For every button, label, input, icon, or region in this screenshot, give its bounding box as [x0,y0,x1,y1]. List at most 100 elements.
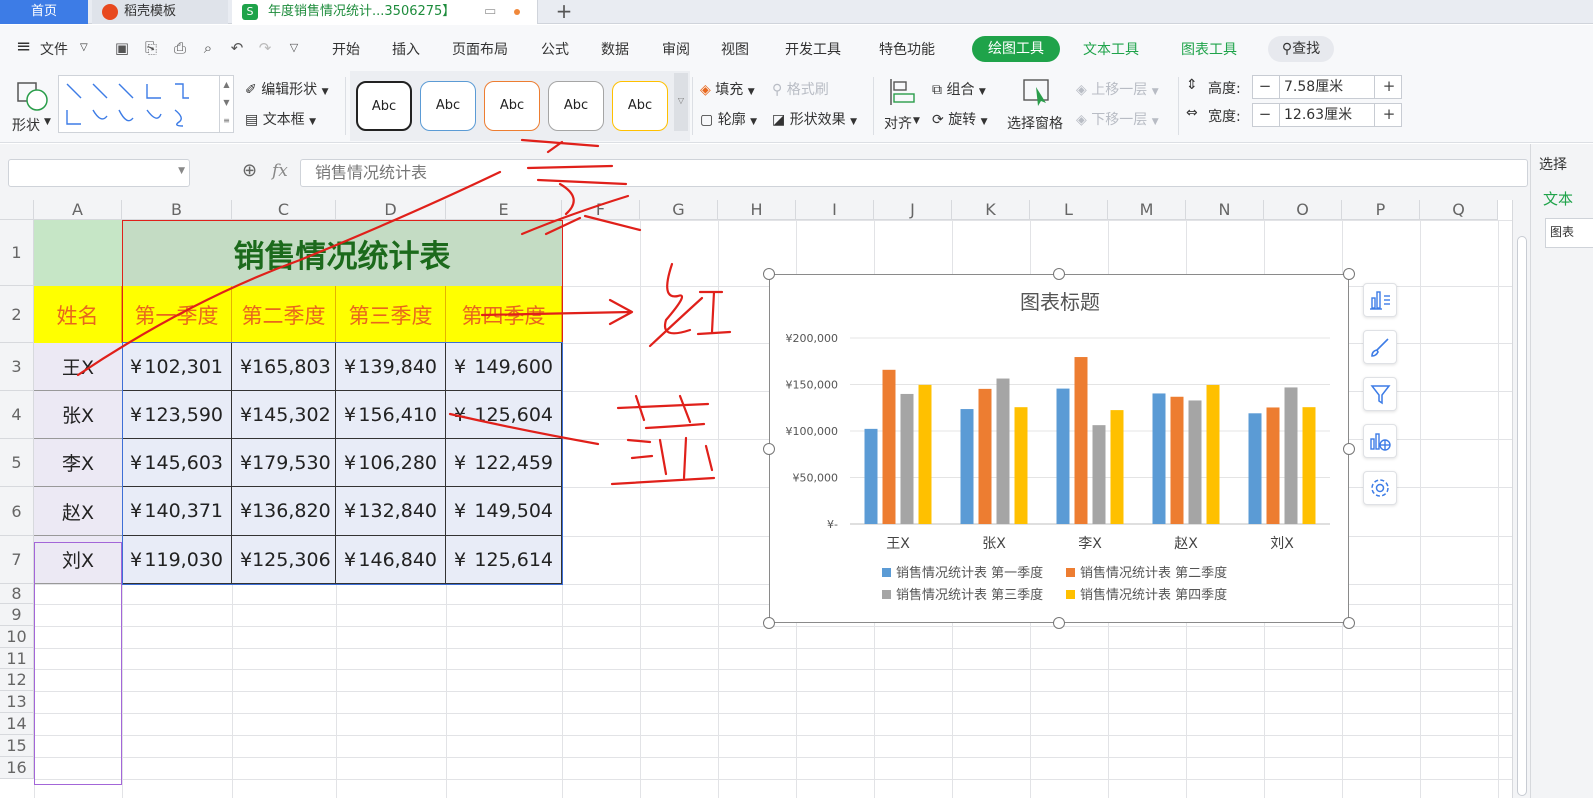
menu-file[interactable]: 文件 [40,39,68,59]
shape-style-5[interactable]: Abc [612,81,668,131]
cell-a1[interactable] [34,220,122,286]
formula-input[interactable]: 销售情况统计表 [300,159,1528,187]
tab-home[interactable]: 首页 [0,0,88,24]
shape-effect-button[interactable]: ◪ 形状效果 ▼ [772,109,857,129]
row-header-13[interactable]: 13 [0,691,34,713]
menu-draw-tools[interactable]: 绘图工具 [972,36,1060,62]
group-button[interactable]: ⧉ 组合 ▼ [932,79,986,99]
increase-height-button[interactable]: + [1377,76,1401,98]
undo-icon[interactable]: ↶ [229,40,245,56]
zoom-icon[interactable]: ⊕ [242,160,257,181]
menu-page-layout[interactable]: 页面布局 [452,39,508,59]
chart-style-button[interactable] [1363,330,1397,364]
bring-forward-button[interactable]: ◈ 上移一层 ▼ [1076,79,1159,99]
column-header-p[interactable]: P [1342,200,1420,220]
row-header-14[interactable]: 14 [0,713,34,735]
redo-icon[interactable]: ↷ [257,40,273,56]
resize-handle[interactable] [763,443,775,455]
row-header-11[interactable]: 11 [0,648,34,669]
select-pane-button[interactable]: 选择窗格 [1006,75,1070,137]
new-tab-button[interactable]: + [552,0,576,24]
format-painter-button[interactable]: ⚲ 格式刷 [772,79,829,99]
column-header-e[interactable]: E [446,200,562,220]
find-button[interactable]: ⚲查找 [1268,36,1334,62]
column-header-f[interactable]: F [562,200,640,220]
align-button[interactable]: 对齐 ▼ [882,75,924,137]
export-icon[interactable]: ⎘ [143,40,159,56]
width-value[interactable]: 12.63厘米 [1279,104,1375,126]
column-header-j[interactable]: J [874,200,952,220]
menu-view[interactable]: 视图 [721,39,749,59]
print-icon[interactable]: ⎙ [172,40,188,56]
row-header-4[interactable]: 4 [0,391,34,439]
header-cell[interactable]: 姓名 [34,286,122,343]
save-icon[interactable]: ▣ [114,40,130,56]
name-cell[interactable]: 李X [34,439,122,487]
hamburger-icon[interactable]: ≡ [16,36,31,57]
more-icon[interactable]: ▽ [286,40,302,56]
name-cell[interactable]: 赵X [34,487,122,536]
column-header-q[interactable]: Q [1420,200,1498,220]
width-stepper[interactable]: − 12.63厘米 + [1252,103,1402,127]
column-header-b[interactable]: B [122,200,232,220]
decrease-height-button[interactable]: − [1253,76,1277,98]
menu-review[interactable]: 审阅 [662,39,690,59]
menu-dev-tools[interactable]: 开发工具 [785,39,841,59]
style-gallery-more[interactable]: ▽ [674,73,688,131]
edit-shape-button[interactable]: ✐ 编辑形状 ▼ [245,79,329,99]
print-preview-icon[interactable]: ⌕ [200,40,216,56]
column-header-m[interactable]: M [1108,200,1186,220]
row-header-3[interactable]: 3 [0,343,34,391]
shape-button[interactable]: 形状 ▼ [10,75,52,135]
increase-width-button[interactable]: + [1377,104,1401,126]
online-chart-button[interactable] [1363,424,1397,458]
decrease-width-button[interactable]: − [1253,104,1277,126]
column-header-d[interactable]: D [336,200,446,220]
shape-style-1[interactable]: Abc [356,81,412,131]
menu-text-tools[interactable]: 文本工具 [1083,39,1139,59]
shape-style-2[interactable]: Abc [420,81,476,131]
chart-filter-button[interactable] [1363,377,1397,411]
resize-handle[interactable] [1053,268,1065,280]
send-backward-button[interactable]: ◈ 下移一层 ▼ [1076,109,1159,129]
row-header-10[interactable]: 10 [0,626,34,648]
chevron-down-icon[interactable]: ▼ [178,166,185,176]
scrollbar-thumb[interactable] [1517,236,1527,796]
fx-icon[interactable]: fx [272,161,288,181]
rotate-button[interactable]: ⟳ 旋转 ▼ [932,109,988,129]
column-header-o[interactable]: O [1264,200,1342,220]
column-header-g[interactable]: G [640,200,718,220]
resize-handle[interactable] [763,617,775,629]
column-header-l[interactable]: L [1030,200,1108,220]
row-header-12[interactable]: 12 [0,669,34,691]
select-all-corner[interactable] [0,200,34,220]
row-header-5[interactable]: 5 [0,439,34,487]
height-value[interactable]: 7.58厘米 [1279,76,1375,98]
resize-handle[interactable] [763,268,775,280]
tab-document[interactable]: S 年度销售情况统计...3506275】 ▭ [232,0,538,24]
outline-button[interactable]: ▢ 轮廓 ▼ [700,109,757,129]
column-header-n[interactable]: N [1186,200,1264,220]
resize-handle[interactable] [1053,617,1065,629]
row-header-7[interactable]: 7 [0,536,34,584]
resize-handle[interactable] [1343,617,1355,629]
menu-formula[interactable]: 公式 [541,39,569,59]
column-header-i[interactable]: I [796,200,874,220]
column-header-k[interactable]: K [952,200,1030,220]
menu-start[interactable]: 开始 [332,39,360,59]
chart-settings-button[interactable] [1363,471,1397,505]
menu-insert[interactable]: 插入 [392,39,420,59]
row-header-15[interactable]: 15 [0,735,34,757]
textbox-button[interactable]: ▤ 文本框 ▼ [245,109,316,129]
row-header-1[interactable]: 1 [0,220,34,286]
selection-pane-item[interactable]: 图表 [1545,218,1593,248]
chevron-down-icon[interactable]: ▽ [80,42,88,53]
row-header-6[interactable]: 6 [0,487,34,536]
menu-special[interactable]: 特色功能 [879,39,935,59]
name-cell[interactable]: 张X [34,391,122,439]
row-header-2[interactable]: 2 [0,286,34,343]
resize-handle[interactable] [1343,268,1355,280]
menu-chart-tools[interactable]: 图表工具 [1181,39,1237,59]
monitor-icon[interactable]: ▭ [484,0,496,23]
name-box[interactable]: ▼ [8,159,190,187]
